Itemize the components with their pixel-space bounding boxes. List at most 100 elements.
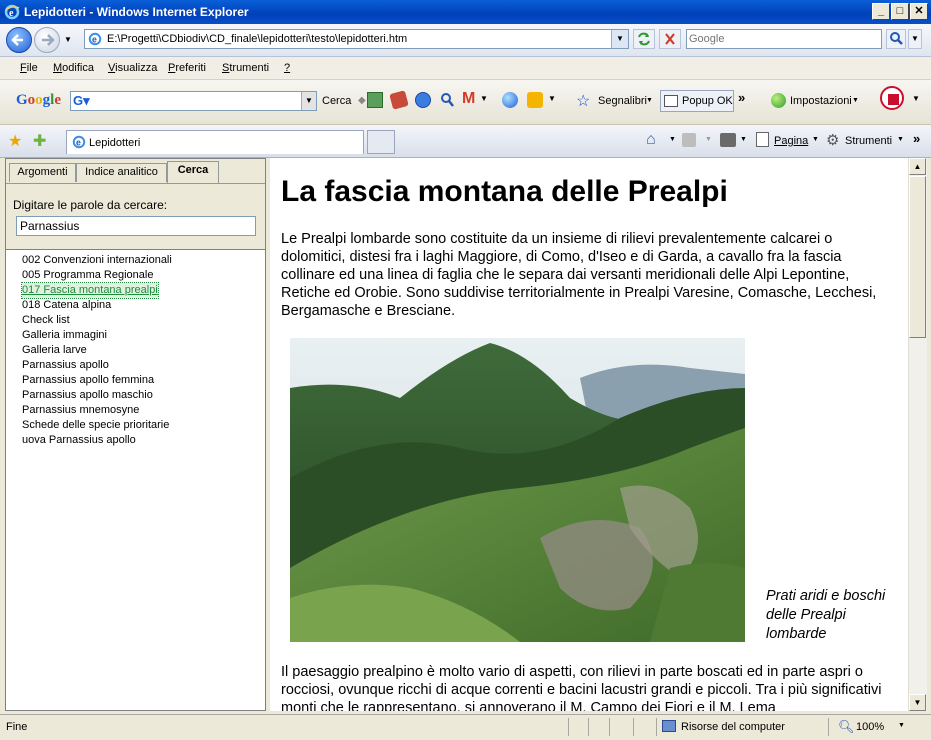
- tab-cerca[interactable]: Cerca: [167, 161, 219, 183]
- scroll-up-button[interactable]: ▲: [909, 158, 926, 175]
- popup-window-icon: [664, 95, 678, 107]
- page-title: La fascia montana delle Prealpi: [281, 175, 728, 208]
- addon-icon[interactable]: [527, 92, 543, 108]
- menu-visualizza[interactable]: Visualizza: [108, 62, 157, 74]
- search-result-label: Parnassius apollo femmina: [22, 374, 155, 386]
- menu-file[interactable]: File: [20, 62, 38, 74]
- search-result-item[interactable]: 017 Fascia montana prealpi: [21, 282, 262, 299]
- scroll-thumb[interactable]: [909, 176, 926, 338]
- zoom-magnifier-icon: 🔍︎: [838, 719, 855, 734]
- refresh-button[interactable]: [633, 29, 655, 49]
- forward-button[interactable]: [34, 27, 60, 53]
- maximize-button[interactable]: □: [891, 3, 909, 20]
- picture-icon[interactable]: [367, 92, 383, 108]
- search-options-dropdown[interactable]: ▼: [908, 29, 922, 49]
- status-separator: [609, 718, 610, 736]
- address-toolbar: ▼ e E:\Progetti\CDbiodiv\CD_finale\lepid…: [0, 24, 931, 57]
- search-result-item[interactable]: 018 Catena alpina: [22, 298, 262, 313]
- chevron-more-command-icon[interactable]: »: [913, 131, 920, 146]
- menu-preferiti[interactable]: Preferiti: [168, 62, 206, 74]
- gmail-icon[interactable]: M: [462, 90, 475, 108]
- segnalibri-dropdown-icon[interactable]: ▼: [646, 97, 653, 104]
- minimize-button[interactable]: _: [872, 3, 890, 20]
- computer-zone-icon: [662, 720, 676, 732]
- pagina-menu-button[interactable]: Pagina: [774, 135, 808, 147]
- menu-help[interactable]: ?: [284, 62, 290, 74]
- gmail-dropdown-icon[interactable]: ▼: [480, 94, 488, 103]
- rss-dropdown-icon[interactable]: ▼: [705, 136, 712, 143]
- search-result-label: Check list: [22, 314, 70, 326]
- search-result-item[interactable]: Parnassius apollo maschio: [22, 388, 262, 403]
- scroll-down-button[interactable]: ▼: [909, 694, 926, 711]
- magnifier-icon: [890, 32, 903, 45]
- new-tab-button[interactable]: [367, 130, 395, 154]
- search-result-item[interactable]: Check list: [22, 313, 262, 328]
- address-bar[interactable]: e E:\Progetti\CDbiodiv\CD_finale\lepidot…: [84, 29, 629, 49]
- compass-icon[interactable]: [415, 92, 431, 108]
- menu-strumenti[interactable]: Strumenti: [222, 62, 269, 74]
- address-dropdown-icon[interactable]: ▼: [611, 30, 628, 48]
- help-search-field[interactable]: Parnassius: [16, 216, 256, 236]
- search-result-label: 017 Fascia montana prealpi: [21, 282, 159, 299]
- tab-indice-analitico[interactable]: Indice analitico: [76, 163, 167, 182]
- globe-icon[interactable]: [502, 92, 518, 108]
- refresh-icon: [638, 32, 650, 46]
- search-label: Digitare le parole da cercare:: [13, 198, 168, 212]
- zoom-level[interactable]: 100%: [856, 721, 884, 733]
- search-result-label: Parnassius apollo maschio: [22, 389, 153, 401]
- google-cerca-button[interactable]: Cerca: [322, 95, 351, 107]
- help-navigation-pane: Argomenti Indice analitico Cerca Digitar…: [5, 158, 266, 711]
- pagina-dropdown-icon[interactable]: ▼: [812, 136, 819, 143]
- search-result-item[interactable]: 002 Convenzioni internazionali: [22, 253, 262, 268]
- pdf-dropdown-icon[interactable]: ▼: [912, 94, 920, 103]
- toolbar-separator: ◆: [358, 95, 366, 106]
- window-title: Lepidotteri - Windows Internet Explorer: [24, 5, 249, 19]
- vertical-scrollbar[interactable]: ▲ ▼: [908, 158, 927, 711]
- favorites-star-icon[interactable]: ★: [8, 131, 22, 151]
- stop-button[interactable]: [659, 29, 681, 49]
- popup-blocker-button[interactable]: Popup OK: [660, 90, 734, 112]
- chevron-more-icon[interactable]: »: [738, 90, 745, 105]
- search-go-button[interactable]: [886, 29, 906, 49]
- magnify-person-icon[interactable]: [439, 92, 455, 108]
- search-result-item[interactable]: 005 Programma Regionale: [22, 268, 262, 283]
- google-search-field[interactable]: G▾ ▼: [70, 91, 317, 111]
- home-icon[interactable]: ⌂: [646, 131, 656, 149]
- segnalibri-button[interactable]: Segnalibri: [598, 95, 647, 107]
- home-dropdown-icon[interactable]: ▼: [669, 136, 676, 143]
- title-bar[interactable]: e Lepidotteri - Windows Internet Explore…: [0, 0, 931, 24]
- search-result-item[interactable]: Schede delle specie prioritarie: [22, 418, 262, 433]
- search-result-item[interactable]: Parnassius apollo: [22, 358, 262, 373]
- menu-modifica[interactable]: Modifica: [53, 62, 94, 74]
- search-results-list: 002 Convenzioni internazionali 005 Progra…: [21, 253, 262, 448]
- search-box[interactable]: [686, 29, 882, 49]
- history-dropdown-icon[interactable]: ▼: [64, 35, 72, 44]
- close-button[interactable]: ✕: [910, 3, 928, 20]
- strumenti-menu-button[interactable]: Strumenti: [845, 135, 892, 147]
- google-toolbar: Google G▾ ▼ Cerca ◆ M ▼ ▼ ☆ Segnalibri ▼…: [0, 80, 931, 125]
- search-result-item[interactable]: Galleria larve: [22, 343, 262, 358]
- security-zone-label: Risorse del computer: [681, 721, 785, 733]
- intro-paragraph: Le Prealpi lombarde sono costituite da u…: [281, 231, 877, 319]
- help-search-input[interactable]: Parnassius: [20, 219, 79, 233]
- add-favorite-icon[interactable]: ✚: [33, 131, 46, 151]
- rss-feed-icon[interactable]: [682, 133, 696, 147]
- google-dropdown-icon[interactable]: ▼: [301, 92, 316, 110]
- print-icon[interactable]: [720, 133, 736, 147]
- zoom-dropdown-icon[interactable]: ▼: [898, 722, 905, 729]
- strumenti-dropdown-icon[interactable]: ▼: [897, 136, 904, 143]
- impostazioni-button[interactable]: Impostazioni: [790, 95, 852, 107]
- back-button[interactable]: [6, 27, 32, 53]
- search-result-item[interactable]: Parnassius apollo femmina: [22, 373, 262, 388]
- print-dropdown-icon[interactable]: ▼: [740, 136, 747, 143]
- search-result-item[interactable]: Parnassius mnemosyne: [22, 403, 262, 418]
- search-input[interactable]: [689, 31, 874, 46]
- addon-dropdown-icon[interactable]: ▼: [548, 94, 556, 103]
- pdf-icon[interactable]: [880, 86, 904, 110]
- impostazioni-dropdown-icon[interactable]: ▼: [852, 97, 859, 104]
- tab-argomenti[interactable]: Argomenti: [9, 163, 76, 182]
- tab-lepidotteri[interactable]: e Lepidotteri: [66, 130, 364, 154]
- search-result-item[interactable]: uova Parnassius apollo: [22, 433, 262, 448]
- news-icon[interactable]: [389, 90, 409, 110]
- search-result-item[interactable]: Galleria immagini: [22, 328, 262, 343]
